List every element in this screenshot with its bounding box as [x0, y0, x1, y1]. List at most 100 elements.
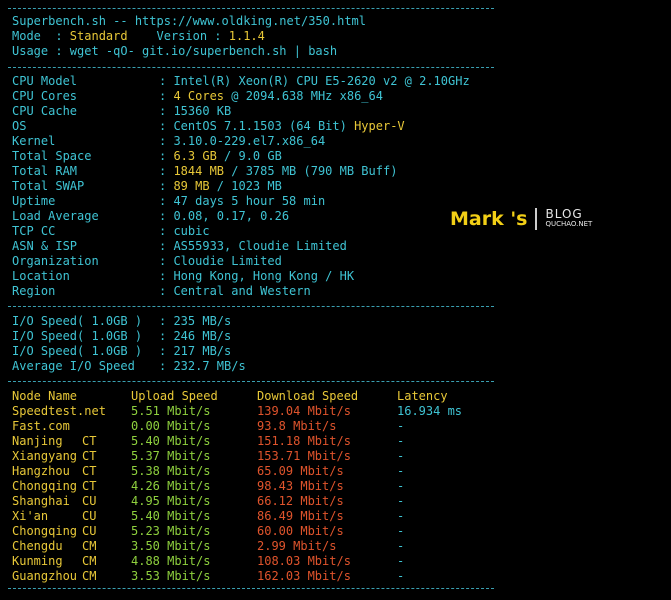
- system-info-main-value: 47 days 5 hour 58 min: [173, 194, 326, 208]
- system-info-main-value: Cloudie Limited: [173, 254, 282, 268]
- system-info-main-value: cubic: [173, 224, 210, 238]
- system-info-main-value: 15360 KB: [173, 104, 232, 118]
- system-info-main-value: 89 MB: [173, 179, 210, 193]
- separator: [8, 306, 494, 307]
- mode-value: Standard: [69, 29, 128, 43]
- system-info-colon: :: [159, 269, 174, 283]
- logo-mark-text: Mark 's: [450, 207, 528, 230]
- system-info-main-value: 0.08, 0.17, 0.26: [173, 209, 290, 223]
- latency: -: [397, 569, 405, 583]
- system-info-colon: :: [159, 164, 174, 178]
- system-info-label: ASN & ISP: [12, 239, 78, 253]
- node-name: Chengdu: [12, 539, 63, 553]
- download-speed-header: Download Speed: [257, 389, 359, 403]
- system-info-colon: :: [159, 224, 174, 238]
- system-info-main-value: Central and Western: [173, 284, 311, 298]
- mode-label: Mode :: [12, 29, 70, 43]
- node-isp: CM: [82, 539, 97, 553]
- node-isp: CT: [82, 479, 97, 493]
- system-info-label: Load Average: [12, 209, 99, 223]
- system-info-label: Location: [12, 269, 70, 283]
- download-speed: 98.43 Mbit/s: [257, 479, 344, 493]
- logo-blog-text: BLOG: [545, 207, 583, 221]
- node-isp: CU: [82, 524, 97, 538]
- upload-speed-header: Upload Speed: [131, 389, 218, 403]
- node-name: Xiangyang: [12, 449, 78, 463]
- system-info-main-value: 3.10.0-229.el7.x86_64: [173, 134, 326, 148]
- io-speed-label: I/O Speed( 1.0GB ): [12, 344, 143, 358]
- upload-speed: 5.51 Mbit/s: [131, 404, 211, 418]
- io-speed-label: I/O Speed( 1.0GB ): [12, 314, 143, 328]
- latency: -: [397, 524, 405, 538]
- system-info-value: : Intel(R) Xeon(R) CPU E5-2620 v2 @ 2.10…: [159, 74, 470, 89]
- upload-speed: 5.37 Mbit/s: [131, 449, 211, 463]
- download-speed: 93.8 Mbit/s: [257, 419, 337, 433]
- logo-blog: BLOG QUCHAO.NET: [545, 207, 592, 229]
- io-speed-value-wrap: : 235 MB/s: [159, 314, 231, 329]
- node-name: Guangzhou: [12, 569, 78, 583]
- upload-speed: 3.50 Mbit/s: [131, 539, 211, 553]
- node-isp: CM: [82, 569, 97, 583]
- system-info-main-value: 1844 MB: [173, 164, 225, 178]
- logo-divider: [535, 208, 538, 230]
- system-info-colon: :: [159, 74, 174, 88]
- system-info-value: : 6.3 GB / 9.0 GB: [159, 149, 282, 164]
- download-speed: 108.03 Mbit/s: [257, 554, 351, 568]
- system-info-value: : AS55933, Cloudie Limited: [159, 239, 347, 254]
- system-info-colon: :: [159, 239, 174, 253]
- system-info-extra-value: / 9.0 GB: [216, 149, 282, 163]
- system-info-label: Region: [12, 284, 56, 298]
- system-info-value: : 4 Cores @ 2094.638 MHz x86_64: [159, 89, 383, 104]
- system-info-colon: :: [159, 89, 174, 103]
- download-speed: 86.49 Mbit/s: [257, 509, 344, 523]
- io-speed-value-wrap: : 217 MB/s: [159, 344, 231, 359]
- upload-speed: 4.88 Mbit/s: [131, 554, 211, 568]
- script-title: Superbench.sh -- https://www.oldking.net…: [12, 14, 367, 28]
- system-info-label: Uptime: [12, 194, 56, 208]
- node-isp: CU: [82, 494, 97, 508]
- latency: -: [397, 449, 405, 463]
- system-info-colon: :: [159, 284, 174, 298]
- separator: [8, 67, 494, 68]
- system-info-value: : 89 MB / 1023 MB: [159, 179, 282, 194]
- separator: [8, 8, 494, 9]
- latency: -: [397, 434, 405, 448]
- terminal-window[interactable]: Superbench.sh -- https://www.oldking.net…: [0, 0, 671, 600]
- system-info-value: : cubic: [159, 224, 210, 239]
- upload-speed: 3.53 Mbit/s: [131, 569, 211, 583]
- node-name: Chongqing: [12, 479, 78, 493]
- watermark-logo: Mark 's BLOG QUCHAO.NET: [450, 206, 592, 232]
- system-info-label: CPU Model: [12, 74, 78, 88]
- system-info-colon: :: [159, 254, 174, 268]
- node-name: Speedtest.net: [12, 404, 106, 418]
- node-name: Shanghai: [12, 494, 70, 508]
- node-isp: CU: [82, 509, 97, 523]
- system-info-extra-value: Hyper-V: [346, 119, 405, 133]
- system-info-label: CPU Cores: [12, 89, 78, 103]
- system-info-colon: :: [159, 179, 174, 193]
- node-isp: CT: [82, 464, 97, 478]
- system-info-label: Kernel: [12, 134, 56, 148]
- io-speed-label: Average I/O Speed: [12, 359, 135, 373]
- system-info-extra-value: @ 2094.638 MHz x86_64: [224, 89, 383, 103]
- system-info-value: : CentOS 7.1.1503 (64 Bit) Hyper-V: [159, 119, 405, 134]
- system-info-value: : 1844 MB / 3785 MB (790 MB Buff): [159, 164, 397, 179]
- system-info-value: : Central and Western: [159, 284, 311, 299]
- latency: -: [397, 419, 405, 433]
- separator: [8, 588, 494, 589]
- node-isp: CT: [82, 434, 97, 448]
- upload-speed: 5.38 Mbit/s: [131, 464, 211, 478]
- download-speed: 60.00 Mbit/s: [257, 524, 344, 538]
- system-info-label: CPU Cache: [12, 104, 78, 118]
- usage-line: Usage : wget -qO- git.io/superbench.sh |…: [12, 44, 338, 58]
- latency: -: [397, 539, 405, 553]
- download-speed: 139.04 Mbit/s: [257, 404, 351, 418]
- system-info-value: : 15360 KB: [159, 104, 231, 119]
- system-info-value: : Cloudie Limited: [159, 254, 282, 269]
- latency: -: [397, 494, 405, 508]
- system-info-label: Total SWAP: [12, 179, 85, 193]
- latency: -: [397, 464, 405, 478]
- node-name: Xi'an: [12, 509, 49, 523]
- io-speed-value-wrap: : 232.7 MB/s: [159, 359, 246, 374]
- io-speed-colon: :: [159, 344, 174, 358]
